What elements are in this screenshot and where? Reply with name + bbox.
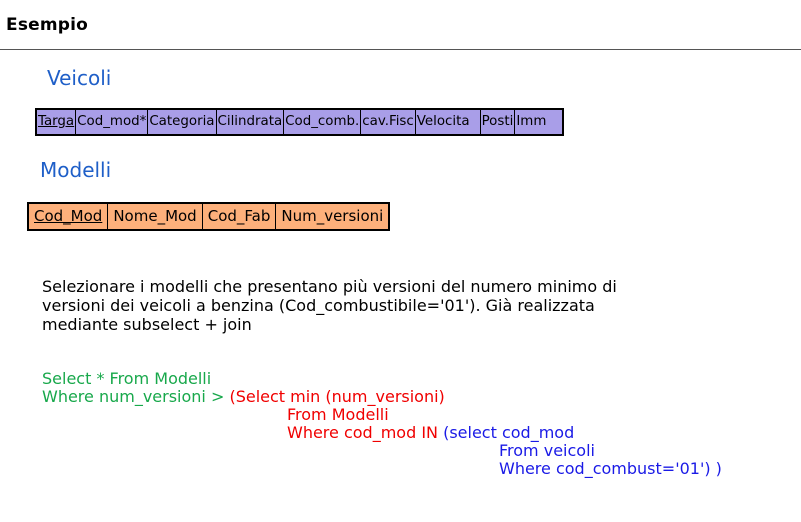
sql-mid-from: From Modelli	[287, 405, 389, 424]
modelli-col-nome-mod: Nome_Mod	[107, 202, 203, 231]
sql-inner-from: From veicoli	[499, 441, 595, 460]
veicoli-col-cod-mod: Cod_mod*	[75, 108, 149, 136]
veicoli-col-cav-fisc: cav.Fisc	[360, 108, 416, 136]
modelli-col-cod-mod: Cod_Mod	[27, 202, 109, 231]
sql-outer-where: Where num_versioni >	[42, 387, 230, 406]
veicoli-col-categoria: Categoria	[147, 108, 217, 136]
sql-mid-where: Where cod_mod IN	[287, 423, 444, 442]
exercise-description: Selezionare i modelli che presentano più…	[42, 277, 792, 334]
sql-mid-select: (Select min (num_versioni)	[229, 387, 445, 406]
description-line: mediante subselect + join	[42, 315, 252, 334]
description-line: Selezionare i modelli che presentano più…	[42, 277, 617, 296]
sql-line-where: Where num_versioni > (Select min (num_ve…	[42, 388, 445, 406]
description-line: versioni dei veicoli a benzina (Cod_comb…	[42, 296, 595, 315]
slide-title: Esempio	[6, 15, 89, 35]
sql-inner-select: (select cod_mod	[443, 423, 575, 442]
veicoli-col-velocita: Velocita	[414, 108, 481, 136]
veicoli-col-cilindrata: Cilindrata	[215, 108, 285, 136]
veicoli-header-row: Targa Cod_mod* Categoria Cilindrata Cod_…	[35, 108, 564, 136]
modelli-table: Cod_Mod Nome_Mod Cod_Fab Num_versioni	[27, 202, 391, 231]
modelli-col-num-versioni: Num_versioni	[275, 202, 390, 231]
veicoli-col-targa: Targa	[35, 108, 77, 136]
sql-outer-select: Select * From Modelli	[42, 369, 212, 388]
modelli-col-cod-fab: Cod_Fab	[201, 202, 277, 231]
veicoli-col-posti: Posti	[479, 108, 516, 136]
veicoli-col-imm: Imm	[514, 108, 564, 136]
modelli-title: Modelli	[40, 158, 112, 182]
modelli-header-row: Cod_Mod Nome_Mod Cod_Fab Num_versioni	[27, 202, 390, 231]
veicoli-table: Targa Cod_mod* Categoria Cilindrata Cod_…	[35, 108, 565, 136]
veicoli-col-cod-comb: Cod_comb.	[283, 108, 362, 136]
sql-line-in: Where cod_mod IN (select cod_mod	[287, 424, 574, 442]
header-divider	[0, 49, 801, 50]
sql-inner-where: Where cod_combust='01') )	[499, 459, 722, 478]
veicoli-title: Veicoli	[47, 66, 112, 90]
